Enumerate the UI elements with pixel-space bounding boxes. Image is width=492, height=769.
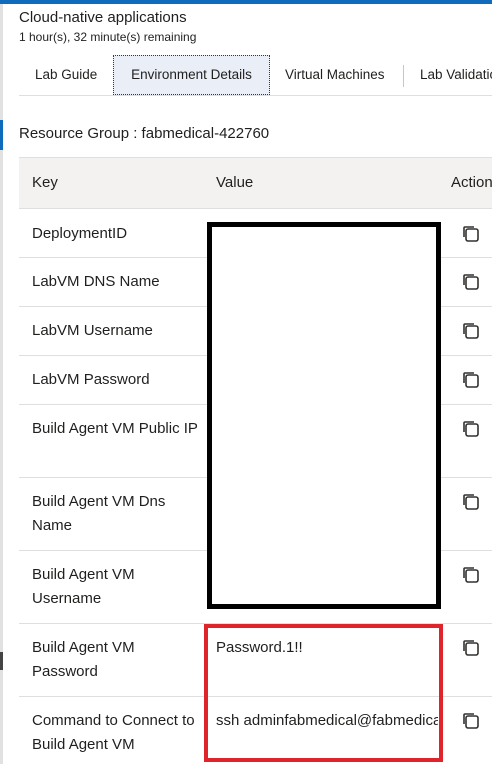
row-key: LabVM DNS Name xyxy=(32,273,160,290)
copy-icon[interactable] xyxy=(460,418,482,440)
copy-icon[interactable] xyxy=(460,637,482,659)
row-key: Command to Connect to Build Agent VM xyxy=(32,712,195,753)
column-header-key: Key xyxy=(32,174,58,191)
left-rail-marker xyxy=(0,120,3,150)
copy-icon[interactable] xyxy=(460,223,482,245)
copy-icon[interactable] xyxy=(460,491,482,513)
tab-lab-guide[interactable]: Lab Guide xyxy=(35,55,97,95)
tab-bar: Lab Guide Environment Details Virtual Ma… xyxy=(19,55,492,96)
table-header: Key Value Actions xyxy=(19,157,492,209)
tab-lab-validation[interactable]: Lab Validation xyxy=(420,55,492,95)
copy-icon[interactable] xyxy=(460,369,482,391)
left-rail-marker xyxy=(0,652,3,670)
row-key: Build Agent VM Username xyxy=(32,566,135,607)
column-header-actions: Actions xyxy=(451,174,492,191)
copy-icon[interactable] xyxy=(460,564,482,586)
copy-icon[interactable] xyxy=(460,320,482,342)
highlight-box xyxy=(204,624,443,762)
column-header-value: Value xyxy=(216,174,254,191)
tab-separator xyxy=(403,65,404,87)
row-key: Build Agent VM Public IP xyxy=(32,420,198,437)
copy-icon[interactable] xyxy=(460,710,482,732)
lab-header: Cloud-native applications 1 hour(s), 32 … xyxy=(19,8,196,45)
row-key: LabVM Username xyxy=(32,322,153,339)
tab-virtual-machines[interactable]: Virtual Machines xyxy=(285,55,385,95)
lab-title: Cloud-native applications xyxy=(19,9,187,26)
resource-group-label: Resource Group : fabmedical-422760 xyxy=(19,125,270,142)
row-key: LabVM Password xyxy=(32,371,150,388)
row-key: Build Agent VM Password xyxy=(32,639,135,680)
row-key: Build Agent VM Dns Name xyxy=(32,493,166,534)
row-key: DeploymentID xyxy=(32,225,128,242)
left-rail xyxy=(0,4,3,764)
copy-icon[interactable] xyxy=(460,271,482,293)
tab-environment-details[interactable]: Environment Details xyxy=(113,55,270,95)
time-remaining: 1 hour(s), 32 minute(s) remaining xyxy=(19,30,197,44)
top-accent-bar xyxy=(0,0,492,4)
redaction-box xyxy=(207,222,441,609)
